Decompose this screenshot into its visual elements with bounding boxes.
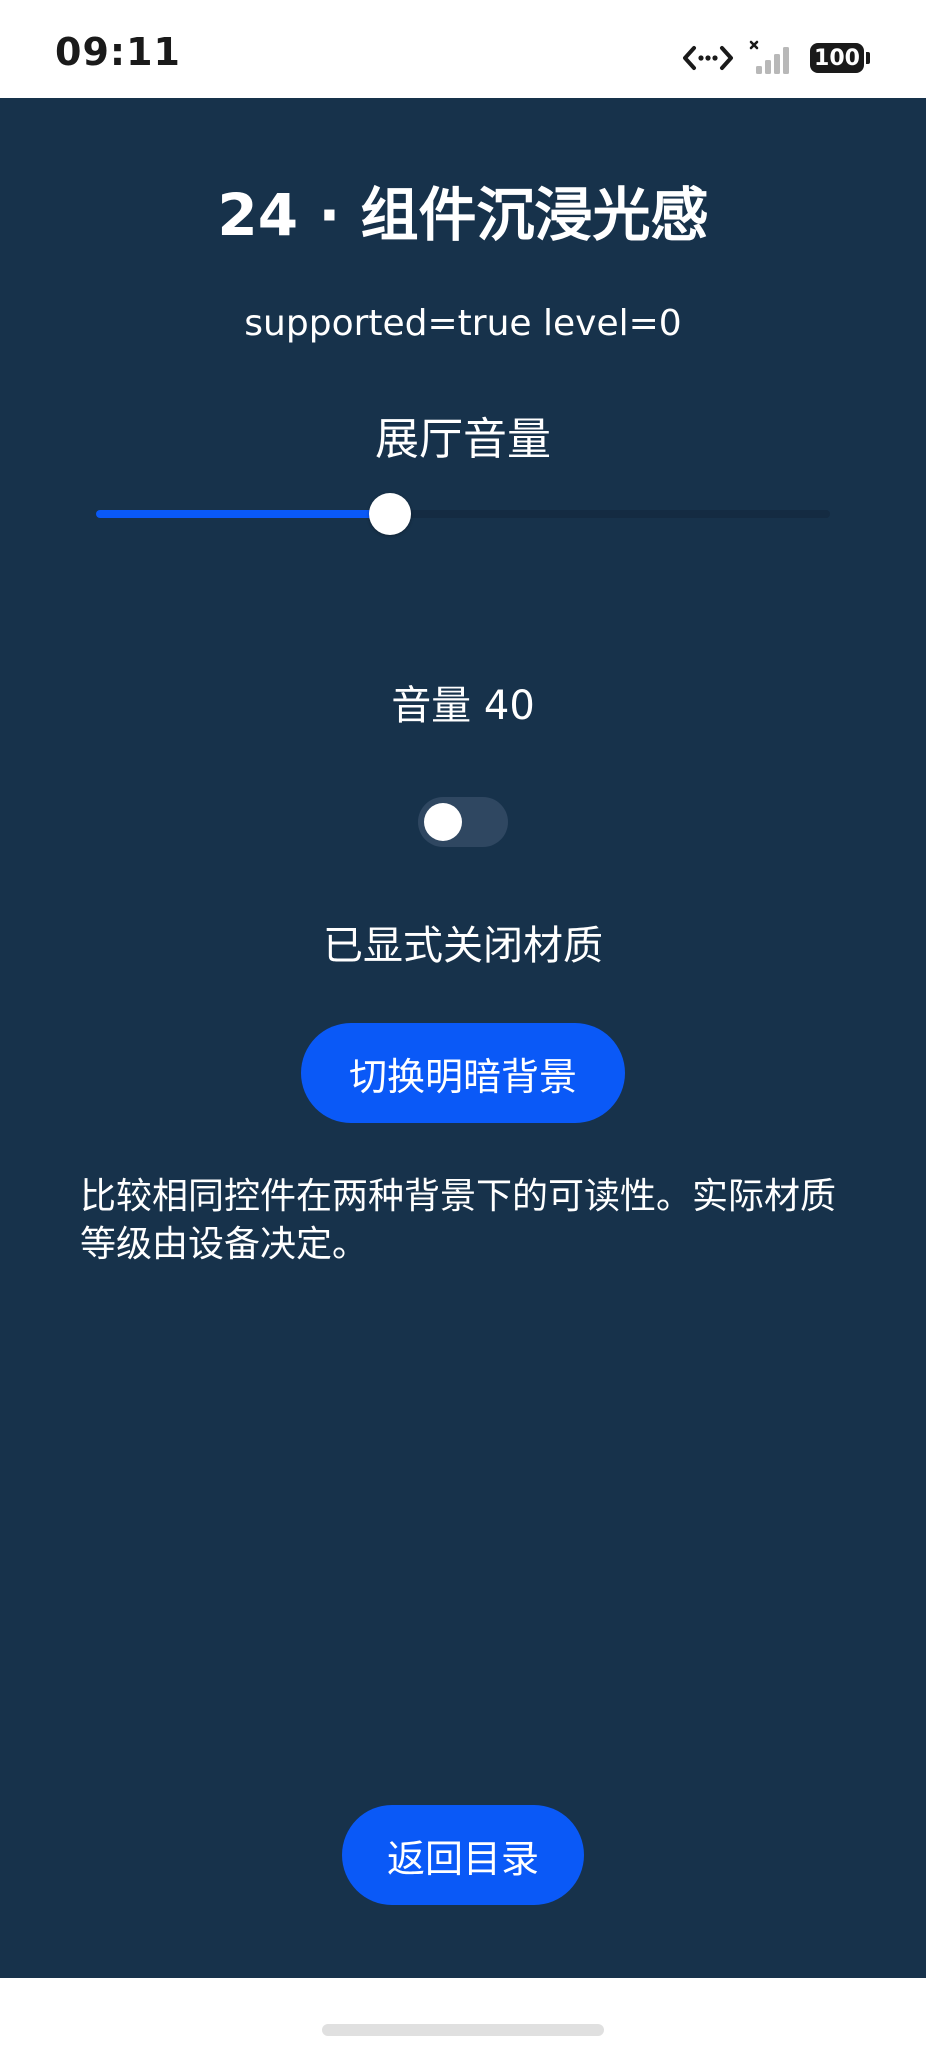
navigation-bar (0, 1978, 926, 2048)
toggle-knob (424, 803, 462, 841)
volume-label: 展厅音量 (375, 414, 551, 465)
slider-thumb[interactable] (368, 493, 411, 535)
material-toggle[interactable] (418, 797, 508, 847)
main-panel: 24 · 组件沉浸光感 supported=true level=0 展厅音量 … (0, 98, 926, 1978)
data-transfer-icon (682, 43, 734, 73)
volume-slider[interactable] (96, 488, 830, 538)
battery-icon: 100 (810, 43, 870, 73)
support-level-text: supported=true level=0 (244, 303, 682, 344)
status-bar: 09:11 100 (0, 0, 926, 98)
battery-cap (866, 52, 870, 64)
home-indicator[interactable] (322, 2024, 604, 2036)
back-to-catalog-button[interactable]: 返回目录 (342, 1805, 584, 1905)
status-icons: 100 (682, 36, 870, 80)
page-title: 24 · 组件沉浸光感 (217, 181, 709, 249)
material-status-text: 已显式关闭材质 (323, 923, 603, 969)
battery-level: 100 (810, 43, 864, 73)
slider-fill (96, 510, 390, 518)
signal-bars-icon (748, 40, 796, 76)
volume-value-text: 音量 40 (391, 683, 535, 729)
description-text: 比较相同控件在两种背景下的可读性。实际材质等级由设备决定。 (80, 1176, 837, 1265)
status-time: 09:11 (55, 30, 181, 74)
toggle-background-button[interactable]: 切换明暗背景 (301, 1023, 625, 1123)
